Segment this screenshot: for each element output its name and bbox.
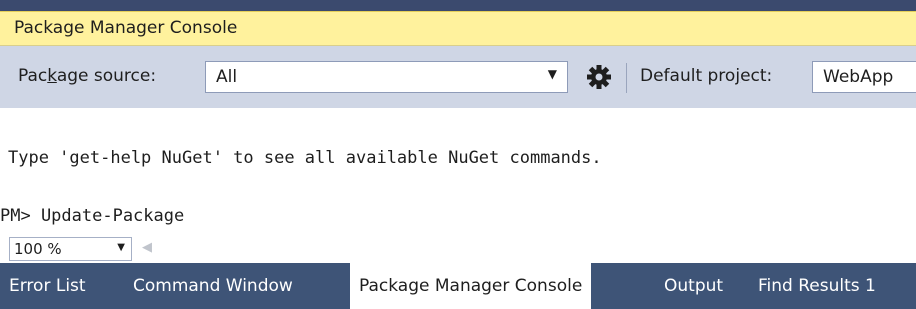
package-source-dropdown[interactable]: All ▼ <box>205 61 568 93</box>
console-line: Type 'get-help NuGet' to see all availab… <box>8 148 602 168</box>
chevron-down-icon: ▼ <box>547 67 557 81</box>
console-prompt-line[interactable]: PM> Update-Package <box>0 206 184 226</box>
console-output[interactable]: Type 'get-help NuGet' to see all availab… <box>0 108 916 236</box>
zoom-dropdown[interactable]: 100 % ▼ <box>9 237 132 261</box>
tool-window-title[interactable]: Package Manager Console <box>0 11 916 46</box>
zoom-value: 100 % <box>14 240 62 258</box>
tab-error-list[interactable]: Error List <box>0 263 95 309</box>
package-source-value: All <box>216 67 238 87</box>
arrow-left-icon[interactable]: ◀ <box>142 240 152 255</box>
default-project-dropdown[interactable]: WebApp <box>812 61 916 93</box>
tab-find-results-1[interactable]: Find Results 1 <box>749 263 885 309</box>
toolbar-separator <box>626 63 627 93</box>
gear-icon[interactable] <box>584 62 614 92</box>
tab-command-window[interactable]: Command Window <box>124 263 302 309</box>
tab-package-manager-console[interactable]: Package Manager Console <box>350 263 592 309</box>
window-top-edge <box>0 0 916 11</box>
tool-window-tabs: Error List Command Window Package Manage… <box>0 263 916 309</box>
default-project-label: Default project: <box>640 66 773 86</box>
package-manager-console-window: Package Manager Console Package source: … <box>0 0 916 309</box>
tab-output[interactable]: Output <box>655 263 732 309</box>
chevron-down-icon: ▼ <box>117 242 125 253</box>
default-project-value: WebApp <box>823 67 894 87</box>
package-source-label: Package source: <box>18 66 157 86</box>
zoom-row: 100 % ▼ ◀ <box>0 235 916 263</box>
console-toolbar: Package source: All ▼ Default project: W… <box>0 46 916 108</box>
